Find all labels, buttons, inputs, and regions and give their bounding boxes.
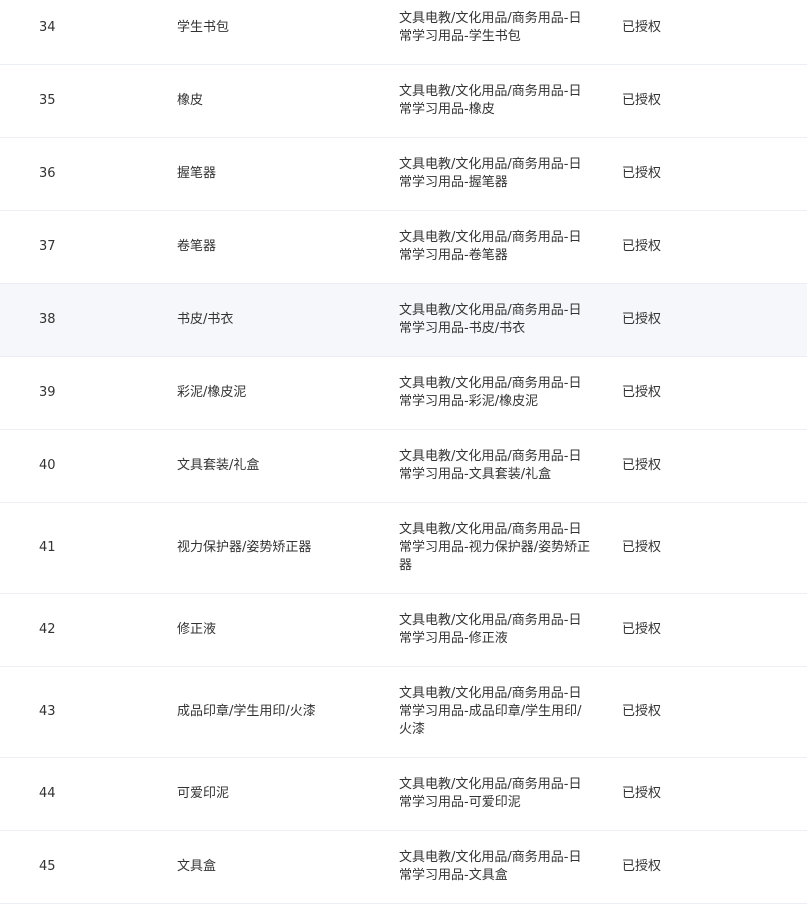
category-path: 文具电教/文化用品/商务用品-日常学习用品-可爱印泥 bbox=[399, 777, 582, 810]
row-number: 35 bbox=[39, 93, 56, 108]
category-path: 文具电教/文化用品/商务用品-日常学习用品-书皮/书衣 bbox=[399, 303, 582, 336]
category-path: 文具电教/文化用品/商务用品-日常学习用品-文具盒 bbox=[399, 850, 582, 883]
category-name: 彩泥/橡皮泥 bbox=[177, 385, 247, 400]
table-row[interactable]: 37 卷笔器 文具电教/文化用品/商务用品-日常学习用品-卷笔器 已授权 bbox=[0, 211, 807, 284]
category-name: 可爱印泥 bbox=[177, 786, 230, 801]
table-row[interactable]: 35 橡皮 文具电教/文化用品/商务用品-日常学习用品-橡皮 已授权 bbox=[0, 65, 807, 138]
category-path: 文具电教/文化用品/商务用品-日常学习用品-视力保护器/姿势矫正器 bbox=[399, 522, 591, 573]
status-text: 已授权 bbox=[622, 786, 662, 801]
category-name: 文具套装/礼盒 bbox=[177, 458, 260, 473]
category-name: 视力保护器/姿势矫正器 bbox=[177, 540, 312, 555]
table-row[interactable]: 34 学生书包 文具电教/文化用品/商务用品-日常学习用品-学生书包 已授权 bbox=[0, 0, 807, 65]
table-row[interactable]: 40 文具套装/礼盒 文具电教/文化用品/商务用品-日常学习用品-文具套装/礼盒… bbox=[0, 430, 807, 503]
row-number: 43 bbox=[39, 704, 56, 719]
row-number: 34 bbox=[39, 19, 56, 35]
status-text: 已授权 bbox=[622, 93, 662, 108]
status-text: 已授权 bbox=[622, 312, 662, 327]
table-row[interactable]: 42 修正液 文具电教/文化用品/商务用品-日常学习用品-修正液 已授权 bbox=[0, 594, 807, 667]
category-name: 文具盒 bbox=[177, 859, 217, 874]
category-path: 文具电教/文化用品/商务用品-日常学习用品-学生书包 bbox=[399, 10, 582, 44]
status-text: 已授权 bbox=[622, 859, 662, 874]
category-name: 学生书包 bbox=[177, 19, 230, 35]
row-number: 41 bbox=[39, 540, 56, 555]
table-row-hovered[interactable]: 38 书皮/书衣 文具电教/文化用品/商务用品-日常学习用品-书皮/书衣 已授权 bbox=[0, 284, 807, 357]
category-name: 修正液 bbox=[177, 622, 217, 637]
table-row[interactable]: 44 可爱印泥 文具电教/文化用品/商务用品-日常学习用品-可爱印泥 已授权 bbox=[0, 758, 807, 831]
category-path: 文具电教/文化用品/商务用品-日常学习用品-彩泥/橡皮泥 bbox=[399, 376, 582, 409]
row-number: 36 bbox=[39, 166, 56, 181]
status-text: 已授权 bbox=[622, 622, 662, 637]
category-path: 文具电教/文化用品/商务用品-日常学习用品-橡皮 bbox=[399, 84, 582, 117]
status-text: 已授权 bbox=[622, 166, 662, 181]
status-text: 已授权 bbox=[622, 19, 662, 35]
table-row[interactable]: 45 文具盒 文具电教/文化用品/商务用品-日常学习用品-文具盒 已授权 bbox=[0, 831, 807, 904]
status-text: 已授权 bbox=[622, 385, 662, 400]
row-number: 40 bbox=[39, 458, 56, 473]
table-row[interactable]: 43 成品印章/学生用印/火漆 文具电教/文化用品/商务用品-日常学习用品-成品… bbox=[0, 667, 807, 758]
category-path: 文具电教/文化用品/商务用品-日常学习用品-卷笔器 bbox=[399, 230, 582, 263]
status-text: 已授权 bbox=[622, 540, 662, 555]
status-text: 已授权 bbox=[622, 239, 662, 254]
row-number: 45 bbox=[39, 859, 56, 874]
category-name: 书皮/书衣 bbox=[177, 312, 234, 327]
category-name: 握笔器 bbox=[177, 166, 217, 181]
table-row[interactable]: 36 握笔器 文具电教/文化用品/商务用品-日常学习用品-握笔器 已授权 bbox=[0, 138, 807, 211]
table-row[interactable]: 39 彩泥/橡皮泥 文具电教/文化用品/商务用品-日常学习用品-彩泥/橡皮泥 已… bbox=[0, 357, 807, 430]
row-number: 37 bbox=[39, 239, 56, 254]
row-number: 42 bbox=[39, 622, 56, 637]
table-row[interactable]: 41 视力保护器/姿势矫正器 文具电教/文化用品/商务用品-日常学习用品-视力保… bbox=[0, 503, 807, 594]
category-name: 成品印章/学生用印/火漆 bbox=[177, 704, 316, 719]
row-number: 44 bbox=[39, 786, 56, 801]
category-name: 橡皮 bbox=[177, 93, 204, 108]
status-text: 已授权 bbox=[622, 704, 662, 719]
category-path: 文具电教/文化用品/商务用品-日常学习用品-文具套装/礼盒 bbox=[399, 449, 582, 482]
category-path: 文具电教/文化用品/商务用品-日常学习用品-成品印章/学生用印/火漆 bbox=[399, 686, 582, 737]
category-path: 文具电教/文化用品/商务用品-日常学习用品-修正液 bbox=[399, 613, 582, 646]
row-number: 39 bbox=[39, 385, 56, 400]
authorization-table: 34 学生书包 文具电教/文化用品/商务用品-日常学习用品-学生书包 已授权 3… bbox=[0, 0, 807, 904]
status-text: 已授权 bbox=[622, 458, 662, 473]
category-path: 文具电教/文化用品/商务用品-日常学习用品-握笔器 bbox=[399, 157, 582, 190]
category-name: 卷笔器 bbox=[177, 239, 217, 254]
row-number: 38 bbox=[39, 312, 56, 327]
